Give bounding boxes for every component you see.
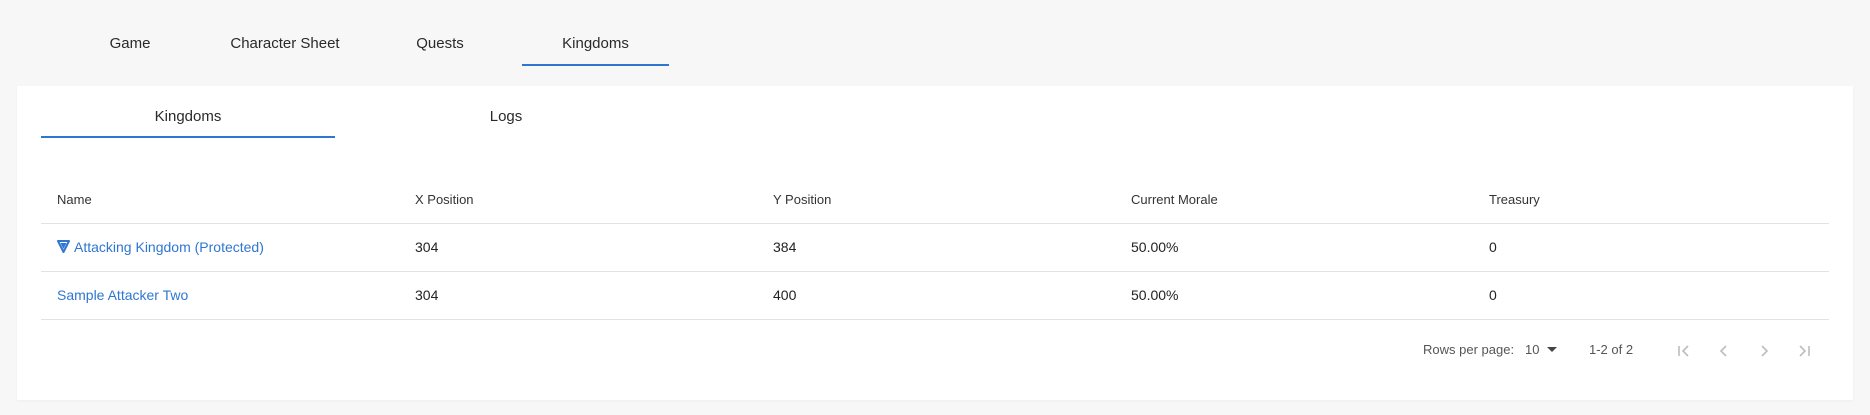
- shield-icon: [57, 239, 70, 256]
- y-position-cell: 384: [757, 223, 1115, 272]
- first-page-icon[interactable]: [1673, 340, 1695, 362]
- tab-character-sheet[interactable]: Character Sheet: [212, 26, 358, 66]
- page-range-text: 1-2 of 2: [1589, 342, 1634, 357]
- rows-per-page-value: 10: [1525, 342, 1540, 357]
- y-position-cell: 400: [757, 271, 1115, 320]
- morale-cell: 50.00%: [1115, 271, 1473, 320]
- inner-tab-logs[interactable]: Logs: [359, 100, 653, 138]
- tab-kingdoms[interactable]: Kingdoms: [522, 26, 669, 66]
- header-current-morale[interactable]: Current Morale: [1115, 176, 1473, 224]
- header-treasury[interactable]: Treasury: [1473, 176, 1829, 224]
- header-x-position[interactable]: X Position: [399, 176, 757, 224]
- tab-game[interactable]: Game: [82, 26, 178, 66]
- rows-per-page-label: Rows per page:: [1423, 342, 1515, 357]
- table-row[interactable]: Attacking Kingdom (Protected) 304 384 50…: [41, 223, 1829, 272]
- treasury-cell: 0: [1473, 271, 1829, 320]
- kingdom-name-link[interactable]: Sample Attacker Two: [57, 287, 188, 303]
- kingdoms-panel: Kingdoms Logs Name X Position Y Position…: [17, 86, 1853, 400]
- tab-quests[interactable]: Quests: [392, 26, 488, 66]
- morale-cell: 50.00%: [1115, 223, 1473, 272]
- last-page-icon[interactable]: [1793, 340, 1815, 362]
- chevron-left-icon[interactable]: [1713, 340, 1735, 362]
- rows-per-page-select[interactable]: 10: [1525, 342, 1558, 357]
- table-header-row: Name X Position Y Position Current Moral…: [41, 176, 1829, 224]
- kingdoms-table: Name X Position Y Position Current Moral…: [41, 176, 1829, 320]
- top-tab-bar: Game Character Sheet Quests Kingdoms: [0, 0, 1870, 72]
- treasury-cell: 0: [1473, 223, 1829, 272]
- kingdom-name-link[interactable]: Attacking Kingdom (Protected): [74, 239, 264, 255]
- kingdom-name-cell[interactable]: Attacking Kingdom (Protected): [41, 223, 399, 272]
- header-y-position[interactable]: Y Position: [757, 176, 1115, 224]
- inner-tab-kingdoms[interactable]: Kingdoms: [41, 100, 335, 138]
- chevron-right-icon[interactable]: [1753, 340, 1775, 362]
- x-position-cell: 304: [399, 271, 757, 320]
- caret-down-icon: [1547, 347, 1558, 352]
- header-name[interactable]: Name: [41, 176, 399, 224]
- table-row[interactable]: Sample Attacker Two 304 400 50.00% 0: [41, 271, 1829, 320]
- kingdom-name-cell[interactable]: Sample Attacker Two: [41, 271, 399, 320]
- x-position-cell: 304: [399, 223, 757, 272]
- table-pagination: Rows per page: 10 1-2 of 2: [17, 336, 1853, 366]
